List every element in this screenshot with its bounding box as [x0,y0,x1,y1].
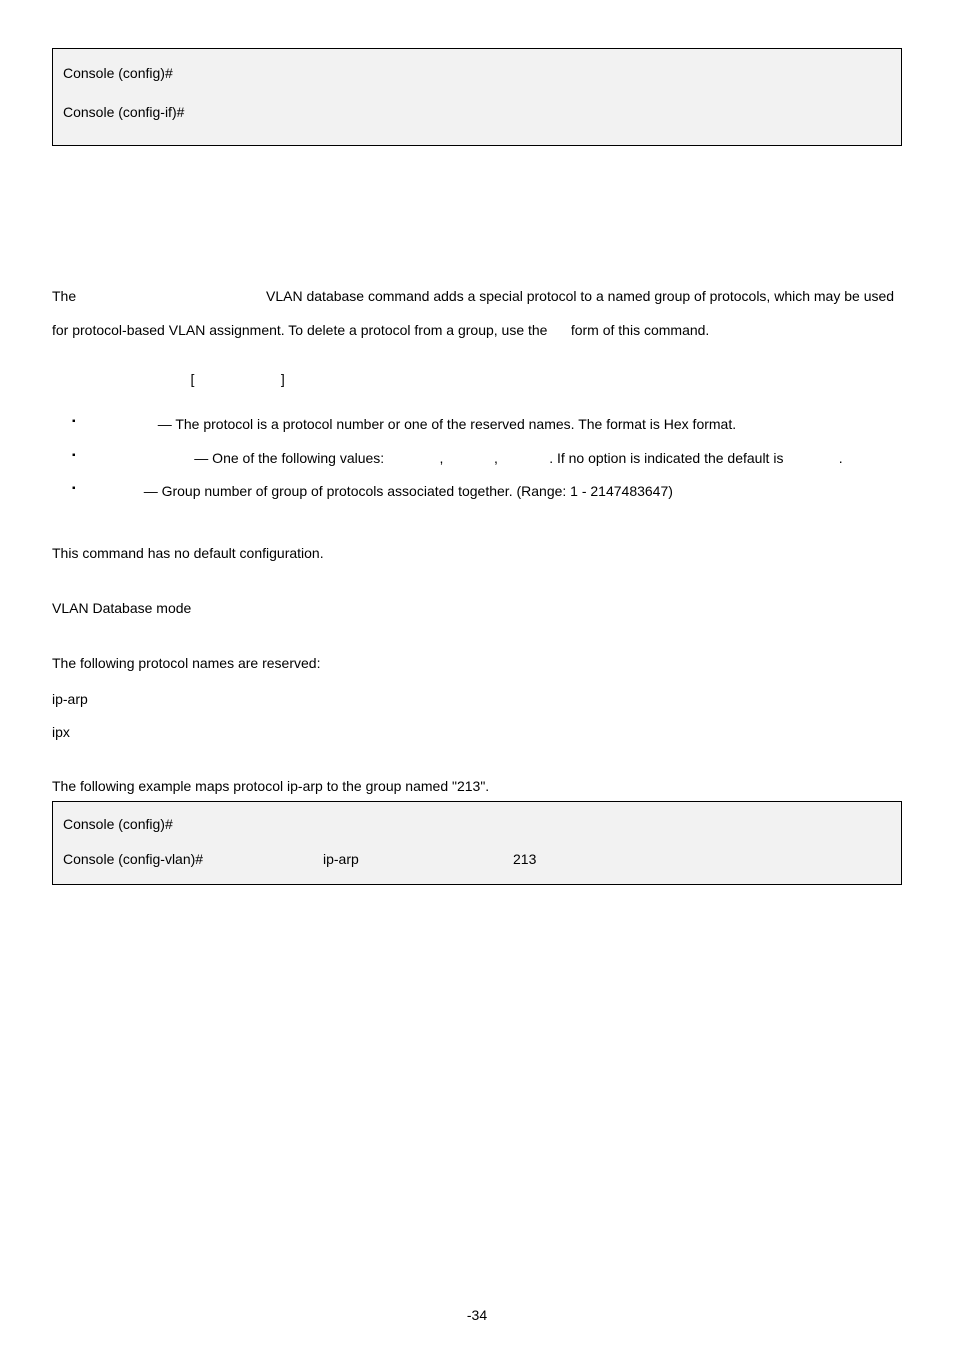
code-cell: Console (config)# [63,814,323,835]
example-description: The following example maps protocol ip-a… [52,776,902,797]
param-sep: , [494,450,502,466]
reserved-name: ip-arp [52,684,902,715]
code-cell: Console (config-vlan)# [63,849,323,870]
code-block-top: Console (config)# Console (config-if)# [52,48,902,146]
reserved-name: ipx [52,717,902,748]
code-line: Console (config-if)# [63,102,891,123]
page-number: -34 [0,1305,954,1326]
param-item: group — Group number of group of protoco… [58,475,902,509]
param-text: — One of the following values: [190,450,388,466]
command-mode-text: VLAN Database mode [52,598,902,619]
guidelines-intro: The following protocol names are reserve… [52,653,902,674]
param-text: — The protocol is a protocol number or o… [154,416,736,432]
code-row: Console (config)# [63,814,891,835]
default-config-text: This command has no default configuratio… [52,543,902,564]
default-config-section: This command has no default configuratio… [52,543,902,564]
code-block-example: Console (config)# Console (config-vlan)#… [52,801,902,885]
code-cell: ip-arp [323,849,513,870]
intro-paragraph: The map protocol protocols-group VLAN da… [52,280,902,347]
code-cell: 213 [513,849,536,870]
intro-post: form of this command. [567,322,709,338]
param-text: — Group number of group of protocols ass… [140,483,673,499]
param-item: protocol — The protocol is a protocol nu… [58,408,902,442]
param-text: . If no option is indicated the default … [549,450,787,466]
intro-pre: The [52,288,80,304]
syntax-line: map protocol protocol [encapsulation] pr… [52,369,902,390]
command-mode-section: VLAN Database mode [52,598,902,619]
parameter-list: protocol — The protocol is a protocol nu… [58,408,902,509]
param-dot: . [839,450,843,466]
param-item: encapsulation — One of the following val… [58,442,902,476]
code-row: Console (config-vlan)# ip-arp 213 [63,849,891,870]
code-line: Console (config)# [63,63,891,84]
guidelines-section: The following protocol names are reserve… [52,653,902,748]
